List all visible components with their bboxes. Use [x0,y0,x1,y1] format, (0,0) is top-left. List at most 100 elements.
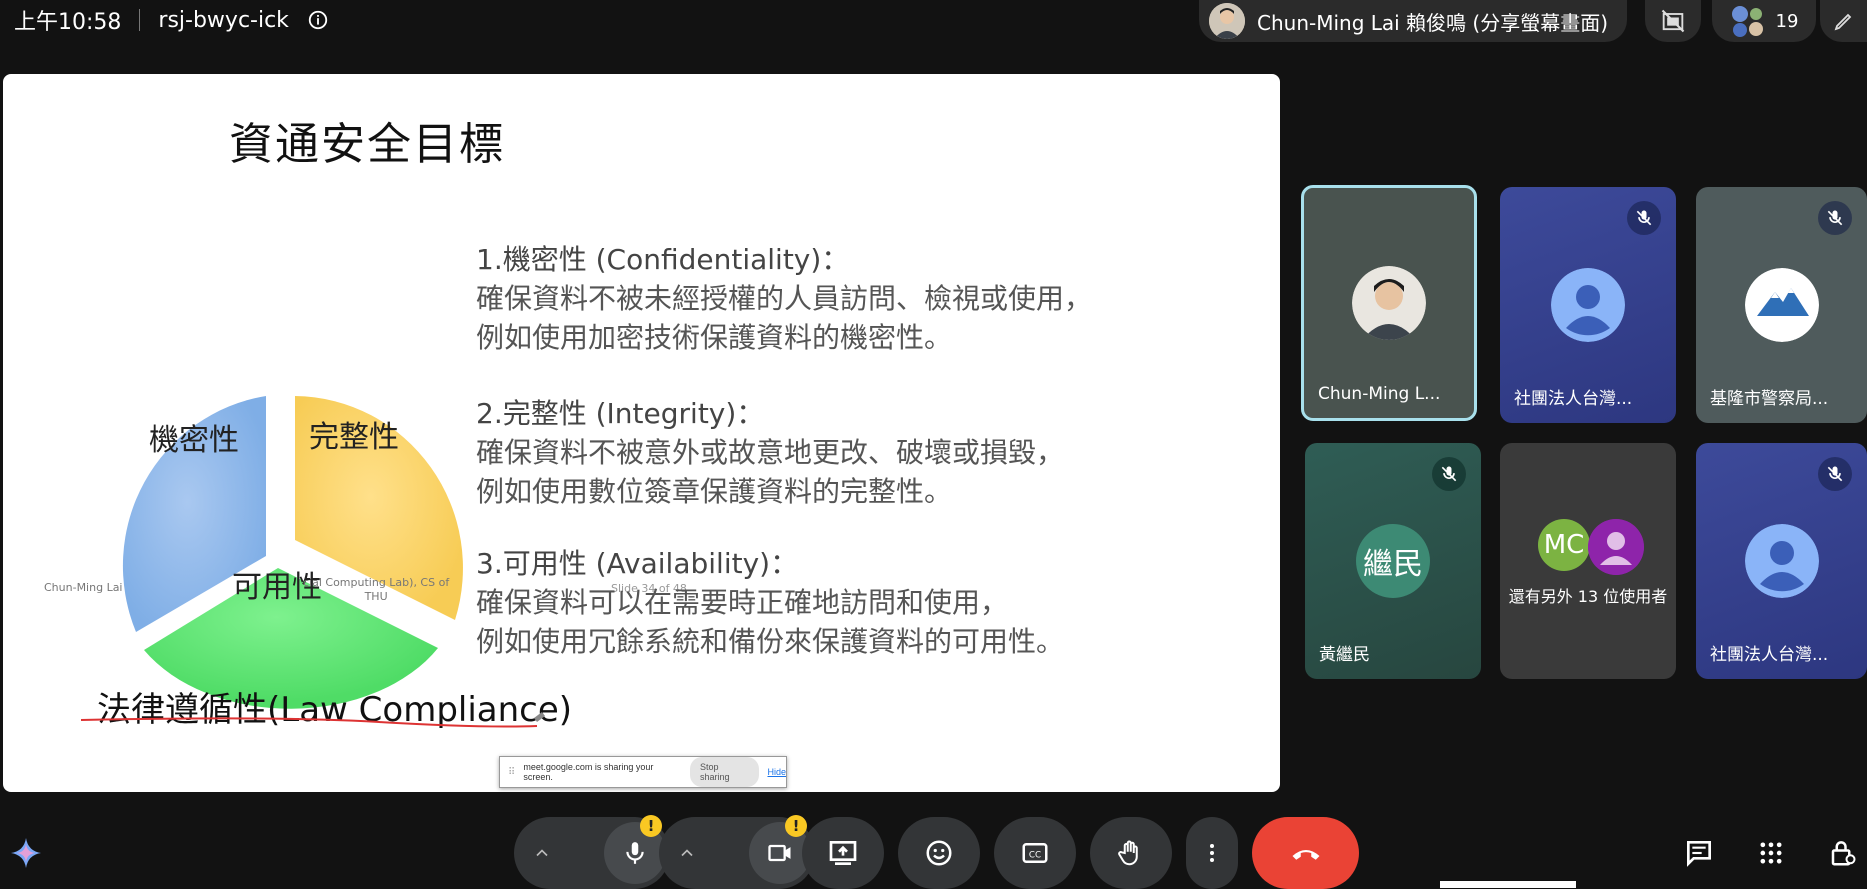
svg-text:CC: CC [1029,850,1041,860]
default-avatar-icon [1551,268,1625,342]
camera-off-pill[interactable] [1645,0,1701,42]
mic-off-icon [1827,210,1843,226]
muted-indicator [1432,457,1466,491]
mountain-logo-avatar [1744,268,1819,342]
chat-icon [1687,841,1711,867]
lab-footer-line2: THU [364,590,388,603]
goal-heading: 2.完整性 (Integrity)： [476,397,765,430]
apps-icon [1760,842,1782,864]
presenter-label: Chun-Ming Lai 賴俊鳴 (分享螢幕畫面) [1257,10,1609,35]
more-participants-text: 還有另外 13 位使用者 [1508,587,1668,606]
captions-button[interactable]: CC [994,817,1076,889]
participant-name: 黃繼民 [1319,645,1370,665]
participant-name: Chun-Ming L... [1318,384,1441,404]
mic-control-group: ! [514,815,670,889]
annotation-underline [80,712,545,728]
participant-tile[interactable]: 基隆市警察局... [1696,187,1867,423]
participant-tile[interactable]: 社團法人台灣... [1500,187,1676,423]
captions-icon: CC [1022,843,1048,863]
leave-call-button[interactable] [1252,817,1359,889]
reactions-button[interactable] [898,817,980,889]
slide-lab-footer: cial Computing Lab), CS of THU [303,576,449,604]
goal-item-integrity: 2.完整性 (Integrity)： 確保資料不被意外或故意地更改、破壞或損毀，… [476,394,1064,511]
muted-indicator [1818,457,1852,491]
participant-name: 社團法人台灣... [1514,389,1633,409]
cia-pie-diagram [122,396,463,709]
mic-off-icon [1636,210,1652,226]
camera-icon [768,844,791,862]
participant-count: 19 [1775,10,1799,32]
participant-photo [1352,266,1426,340]
activities-button[interactable] [1753,835,1789,871]
muted-indicator [1627,201,1661,235]
presenter-chip[interactable]: Chun-Ming Lai 賴俊鳴 (分享螢幕畫面) [1199,0,1627,42]
meeting-code: rsj-bwyc-ick [158,7,289,33]
default-avatar-icon [1744,524,1819,598]
goal-line: 確保資料不被意外或故意地更改、破壞或損毀， [476,436,1065,469]
muted-indicator [1818,201,1852,235]
participant-name: 基隆市警察局... [1710,389,1829,409]
more-avatars-group: MC [1538,519,1648,575]
camera-off-icon [1661,9,1685,33]
more-participants-tile[interactable]: MC 還有另外 13 位使用者 [1500,443,1676,679]
goal-item-confidentiality: 1.機密性 (Confidentiality)： 確保資料不被未經授權的人員訪問… [476,240,1092,357]
default-avatar-icon [1588,519,1644,575]
warning-badge-icon: ! [785,815,807,837]
host-controls-button[interactable] [1825,835,1861,871]
mic-button[interactable]: ! [604,815,666,884]
gemini-icon[interactable] [9,836,43,870]
raise-hand-button[interactable] [1090,817,1172,889]
presenter-avatar [1209,3,1245,39]
more-options-button[interactable] [1186,817,1238,889]
present-screen-button[interactable] [802,817,884,889]
stop-sharing-button[interactable]: Stop sharing [690,757,760,787]
present-icon [829,841,857,865]
participant-tile[interactable]: 繼民 黃繼民 [1305,443,1481,679]
share-notice-text: meet.google.com is sharing your screen. [523,762,654,782]
participant-tile[interactable]: Chun-Ming L... [1301,185,1477,421]
goal-line: 例如使用冗餘系統和備份來保護資料的可用性。 [476,625,1065,658]
goal-heading: 1.機密性 (Confidentiality)： [476,243,850,276]
screen-share-notice: ⠿ meet.google.com is sharing your screen… [499,756,787,788]
goal-line: 確保資料不被未經授權的人員訪問、檢視或使用， [476,282,1093,315]
host-lock-icon [1831,841,1856,866]
taskbar-fragment [1440,881,1576,888]
pen-icon [1834,13,1851,31]
participant-name: 社團法人台灣... [1710,645,1829,665]
lab-footer-line1: cial Computing Lab), CS of [303,576,450,589]
chevron-up-icon[interactable] [677,843,697,863]
slide-author: Chun-Ming Lai [44,581,123,594]
mic-icon [626,842,644,864]
more-vert-icon [1210,844,1214,862]
camera-control-group: ! [659,815,815,889]
pie-label-confidentiality: 機密性 [149,423,239,458]
participant-tile[interactable]: 社團法人台灣... [1696,443,1867,679]
divider [139,9,141,31]
hand-icon [1118,840,1138,866]
warning-badge-icon: ! [640,815,662,837]
annotate-pill[interactable] [1820,0,1867,42]
goal-heading: 3.可用性 (Availability)： [476,547,799,580]
clock-time: 上午10:58 [14,10,122,35]
pie-label-integrity: 完整性 [309,420,399,455]
goal-line: 例如使用數位簽章保護資料的完整性。 [476,475,953,508]
mic-off-icon [1441,466,1457,482]
goal-line: 例如使用加密技術保護資料的機密性。 [476,321,953,354]
initials-avatar: 繼民 [1356,524,1430,598]
shared-slide: 資通安全目標 機密性 完整性 可用性 Chun-Ming Lai cial Co… [3,74,1280,792]
slide-title: 資通安全目標 [229,119,505,170]
meeting-info: 上午10:58 rsj-bwyc-ick [14,0,329,40]
hide-link[interactable]: Hide [767,767,786,777]
chat-button[interactable] [1681,835,1717,871]
emoji-icon [926,840,952,866]
initials-avatar: MC [1538,519,1590,571]
drag-handle-icon[interactable]: ⠿ [508,767,515,778]
participants-pill[interactable]: 19 [1712,0,1816,42]
info-icon[interactable] [307,9,329,31]
goal-line: 確保資料可以在需要時正確地訪問和使用， [476,586,1009,619]
chevron-up-icon[interactable] [532,843,552,863]
end-call-icon [1292,850,1319,860]
people-avatars-icon [1731,6,1763,37]
mic-off-icon [1827,466,1843,482]
goal-item-availability: 3.可用性 (Availability)： 確保資料可以在需要時正確地訪問和使用… [476,544,1064,661]
